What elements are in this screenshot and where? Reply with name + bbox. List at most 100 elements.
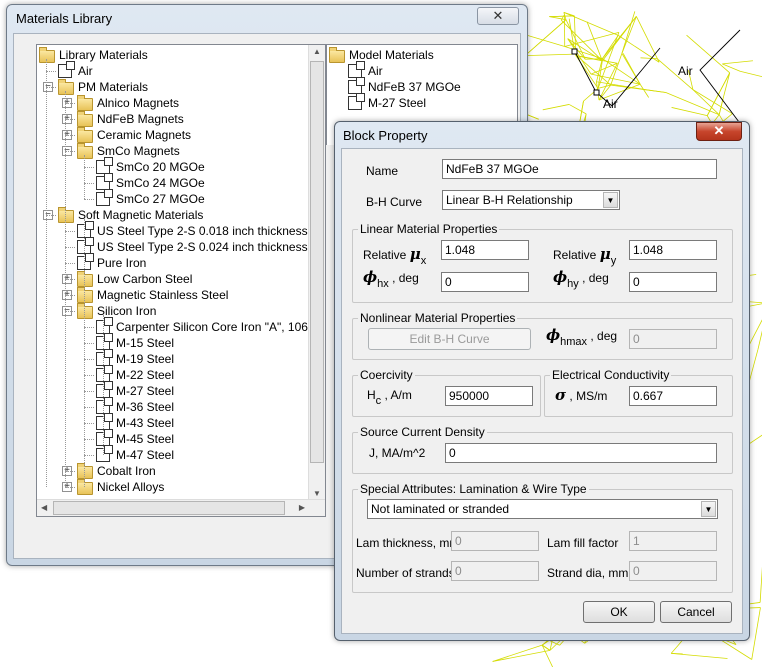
tree-item-label: Carpenter Silicon Core Iron "A", 1066C: [116, 320, 324, 334]
tree-connector: [84, 327, 94, 328]
mu-x-symbol: μ: [409, 245, 421, 263]
tree-connector: [65, 279, 75, 280]
tree-item-label: Alnico Magnets: [97, 96, 180, 110]
tree-connector: [84, 167, 94, 168]
bh-curve-select[interactable]: Linear B-H Relationship ▼: [442, 190, 620, 210]
conductivity-unit: , MS/m: [569, 389, 608, 403]
vertical-scroll-thumb[interactable]: [310, 61, 324, 463]
tree-item-label: NdFeB 37 MGOe: [368, 80, 461, 94]
lam-thickness-label: Lam thickness, mm: [356, 536, 460, 550]
tree-item-label: Pure Iron: [97, 256, 147, 270]
cancel-button[interactable]: Cancel: [660, 601, 732, 623]
tree-connector: [84, 439, 94, 440]
tree-item-label: Nickel Alloys: [97, 480, 165, 494]
folder-icon: [77, 95, 93, 111]
mu-x-input[interactable]: 1.048: [441, 240, 529, 260]
tree-item-label: Soft Magnetic Materials: [78, 208, 204, 222]
tree-item-label: Cobalt Iron: [97, 464, 156, 478]
tree-item-label: NdFeB Magnets: [97, 112, 184, 126]
tree-item-label: M-22 Steel: [116, 368, 175, 382]
lam-thickness-input[interactable]: 0: [451, 531, 539, 551]
library-tree-vertical-scrollbar[interactable]: ▲ ▼: [308, 45, 325, 500]
folder-icon: [77, 143, 93, 159]
strands-label: Number of strands: [356, 566, 455, 580]
tree-connector: [84, 391, 94, 392]
tree-connector: [84, 155, 85, 199]
tree-connector: [65, 151, 75, 152]
tree-connector: [46, 215, 56, 216]
mesh-label-air-1: Air: [678, 64, 693, 78]
folder-icon: [58, 79, 74, 95]
tree-connector: [84, 183, 94, 184]
horizontal-scroll-thumb[interactable]: [53, 501, 285, 515]
dialog-title: Block Property: [343, 128, 428, 143]
tree-item-label: M-45 Steel: [116, 432, 175, 446]
source-current-label: J, MA/m^2: [369, 446, 426, 460]
relative-text: Relative: [553, 248, 597, 262]
material-icon: [348, 77, 365, 94]
library-tree-horizontal-scrollbar[interactable]: ◀ ▶: [37, 499, 325, 516]
tree-connector: [84, 375, 94, 376]
folder-icon: [39, 47, 55, 63]
chevron-down-icon[interactable]: ▼: [603, 192, 618, 208]
folder-icon: [77, 479, 93, 495]
conductivity-title: Electrical Conductivity: [550, 368, 672, 382]
tree-connector: [65, 91, 66, 487]
name-input[interactable]: NdFeB 37 MGOe: [442, 159, 717, 179]
edit-bh-curve-button[interactable]: Edit B-H Curve: [368, 328, 531, 350]
phi-hmax-symbol: ϕ: [546, 326, 561, 344]
tree-item-label: M-15 Steel: [116, 336, 175, 350]
lam-fill-input[interactable]: 1: [629, 531, 717, 551]
tree-connector: [65, 487, 75, 488]
tree-item-label: M-43 Steel: [116, 416, 175, 430]
h-symbol: H: [367, 388, 376, 402]
tree-connector: [84, 343, 94, 344]
tree-item-label: Low Carbon Steel: [97, 272, 193, 286]
relative-text: Relative: [363, 248, 407, 262]
phi-hmax-input[interactable]: 0: [629, 329, 717, 349]
library-materials-tree[interactable]: Library Materials Air PM Materials − Alnico …: [36, 44, 326, 517]
relative-mu-y-label: Relative μy: [553, 245, 616, 267]
folder-icon: [77, 111, 93, 127]
strand-dia-input[interactable]: 0: [629, 561, 717, 581]
tree-connector: [84, 199, 94, 200]
folder-icon: [58, 207, 74, 223]
mu-y-symbol: μ: [599, 245, 611, 263]
phi-hx-symbol: ϕ: [363, 268, 378, 286]
deg-unit: , deg: [582, 271, 609, 285]
tree-connector: [65, 263, 75, 264]
phi-hx-input[interactable]: 0: [441, 272, 529, 292]
h-subscript: c: [375, 395, 382, 407]
ok-button[interactable]: OK: [583, 601, 655, 623]
tree-connector: [65, 471, 75, 472]
tree-connector: [65, 311, 75, 312]
material-icon: [348, 93, 365, 110]
source-current-input[interactable]: 0: [445, 443, 717, 463]
source-current-title: Source Current Density: [358, 425, 487, 439]
phi-hy-input[interactable]: 0: [629, 272, 717, 292]
strand-dia-label: Strand dia, mm: [547, 566, 629, 580]
coercivity-input[interactable]: 950000: [445, 386, 533, 406]
conductivity-input[interactable]: 0.667: [629, 386, 717, 406]
lamination-type-value: Not laminated or stranded: [371, 502, 510, 516]
mu-y-subscript: y: [610, 255, 617, 267]
dialog-close-button[interactable]: ✕: [696, 122, 742, 141]
mu-y-input[interactable]: 1.048: [629, 240, 717, 260]
bh-curve-label: B-H Curve: [366, 195, 423, 209]
materials-library-close-button[interactable]: ✕: [477, 7, 519, 25]
chevron-down-icon[interactable]: ▼: [701, 501, 716, 517]
linear-properties-title: Linear Material Properties: [358, 222, 500, 236]
folder-icon: [77, 303, 93, 319]
source-current-group: Source Current Density J, MA/m^2 0: [352, 425, 733, 474]
material-icon: [96, 189, 113, 206]
lamination-type-select[interactable]: Not laminated or stranded ▼: [367, 499, 718, 519]
material-icon: [348, 61, 365, 78]
folder-icon: [77, 271, 93, 287]
material-icon: [96, 157, 113, 174]
strands-input[interactable]: 0: [451, 561, 539, 581]
tree-item-label: SmCo 27 MGOe: [116, 192, 205, 206]
special-attributes-group: Special Attributes: Lamination & Wire Ty…: [352, 482, 733, 593]
phi-hmax-subscript: hmax: [560, 336, 588, 348]
tree-item-label: M-27 Steel: [116, 384, 175, 398]
bh-curve-value: Linear B-H Relationship: [446, 193, 573, 207]
